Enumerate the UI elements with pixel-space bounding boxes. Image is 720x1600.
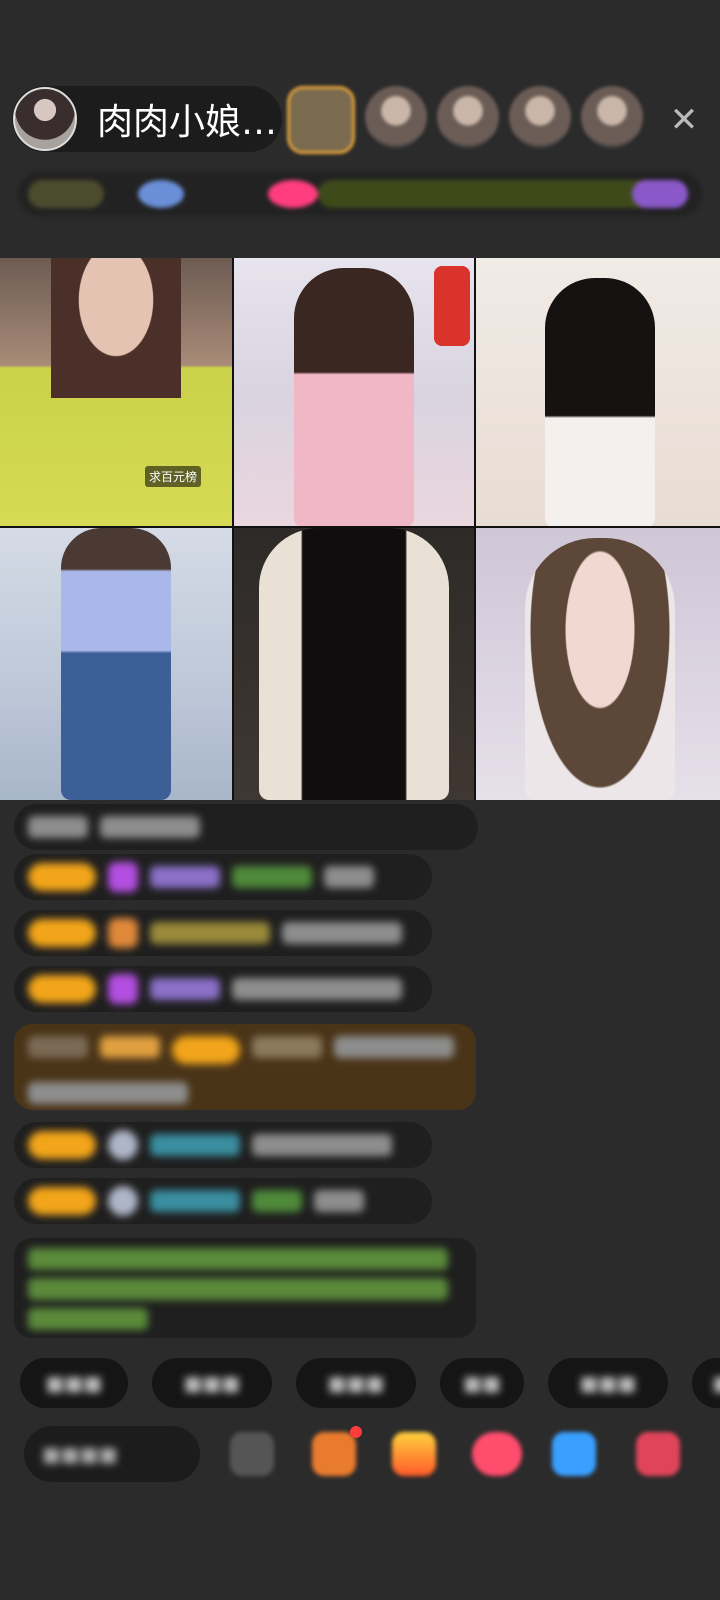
emoji-icon[interactable] bbox=[230, 1432, 274, 1476]
bottom-toolbar: ■■■■ bbox=[0, 1424, 720, 1488]
video-tile[interactable] bbox=[476, 258, 720, 526]
quick-reply-chip[interactable]: ■■■ bbox=[296, 1358, 416, 1408]
quick-reply-chip[interactable]: ■■ bbox=[440, 1358, 524, 1408]
host-info-pill[interactable]: 肉肉小娘… bbox=[12, 86, 282, 152]
chat-message-system[interactable] bbox=[14, 1238, 476, 1338]
chat-message[interactable] bbox=[14, 1178, 432, 1224]
more-icon[interactable] bbox=[636, 1432, 680, 1476]
quick-reply-chip[interactable]: ■■■ bbox=[152, 1358, 272, 1408]
stream-info-strip[interactable] bbox=[18, 172, 702, 216]
viewer-avatar[interactable] bbox=[509, 86, 571, 148]
viewer-avatar[interactable] bbox=[287, 86, 355, 154]
chat-list[interactable] bbox=[0, 802, 720, 1342]
viewer-avatar[interactable] bbox=[437, 86, 499, 148]
close-icon[interactable]: ✕ bbox=[664, 100, 704, 140]
share-icon[interactable] bbox=[552, 1432, 596, 1476]
video-tile[interactable] bbox=[0, 528, 232, 800]
chat-message[interactable] bbox=[14, 854, 432, 900]
viewer-avatar-list bbox=[287, 86, 643, 154]
host-avatar[interactable] bbox=[13, 87, 77, 151]
chat-message[interactable] bbox=[14, 910, 432, 956]
chat-message[interactable] bbox=[14, 804, 478, 850]
gift-box-icon[interactable] bbox=[312, 1432, 356, 1476]
video-tile[interactable]: 求百元榜 bbox=[0, 258, 232, 526]
video-tile[interactable] bbox=[234, 258, 474, 526]
chat-message-highlight[interactable] bbox=[14, 1024, 476, 1110]
activity-icon[interactable] bbox=[472, 1432, 522, 1476]
video-tile[interactable] bbox=[476, 528, 720, 800]
quick-reply-chip[interactable]: ■ bbox=[692, 1358, 720, 1408]
quick-reply-row: ■■■ ■■■ ■■■ ■■ ■■■ ■ bbox=[0, 1358, 720, 1410]
chat-input[interactable]: ■■■■ bbox=[24, 1426, 200, 1482]
viewer-avatar[interactable] bbox=[365, 86, 427, 148]
video-tile[interactable] bbox=[234, 528, 474, 800]
notification-dot bbox=[350, 1426, 362, 1438]
video-grid: 求百元榜 bbox=[0, 258, 720, 800]
chat-message[interactable] bbox=[14, 1122, 432, 1168]
chat-message[interactable] bbox=[14, 966, 432, 1012]
host-name: 肉肉小娘… bbox=[97, 102, 278, 143]
quick-reply-chip[interactable]: ■■■ bbox=[20, 1358, 128, 1408]
quick-reply-chip[interactable]: ■■■ bbox=[548, 1358, 668, 1408]
top-bar: 肉肉小娘… ✕ bbox=[12, 86, 712, 156]
viewer-avatar[interactable] bbox=[581, 86, 643, 148]
video-tile-tag: 求百元榜 bbox=[145, 466, 202, 487]
gift-icon[interactable] bbox=[392, 1432, 436, 1476]
sticker-icon bbox=[434, 266, 470, 346]
